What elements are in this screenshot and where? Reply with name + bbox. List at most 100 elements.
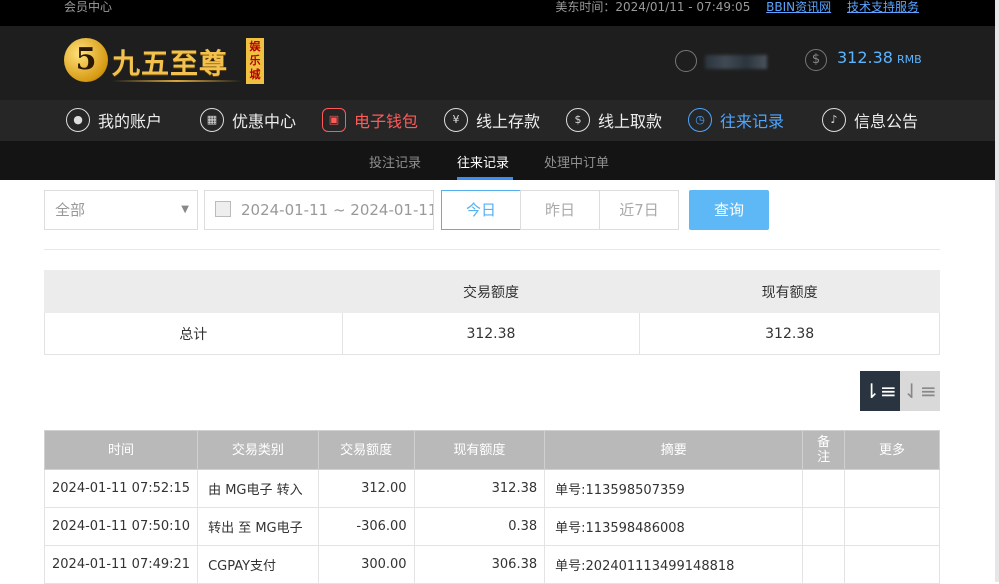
cell-summary: 单号:202401113499148818	[544, 545, 804, 584]
column-header: 备注	[802, 430, 846, 470]
nav-my-account[interactable]: ● 我的账户	[66, 106, 162, 134]
table-row: 2024-01-11 07:52:15 由 MG电子 转入 312.00 312…	[43, 469, 940, 508]
cell-type: 由 MG电子 转入	[197, 469, 319, 508]
header: 5 九五至尊 娱乐城 $ 312.38 RMB	[0, 26, 999, 100]
cell-note	[802, 545, 846, 584]
page-scrollbar[interactable]	[995, 0, 999, 582]
cell-balance: 0.38	[413, 507, 546, 546]
summary-header: 现有额度	[639, 270, 940, 313]
nav-announcements[interactable]: ♪ 信息公告	[822, 106, 918, 134]
user-icon[interactable]	[675, 50, 697, 72]
sort-ascending-icon[interactable]: ⇃≡	[900, 371, 940, 411]
logo-emblem: 5	[64, 38, 108, 82]
nav-label: 电子钱包	[354, 112, 419, 131]
table-row: 2024-01-11 07:49:21 CGPAY支付 300.00 306.3…	[43, 545, 940, 584]
cell-balance: 306.38	[413, 545, 546, 584]
caret-down-icon: ▼	[181, 204, 189, 215]
calendar-icon	[215, 201, 231, 217]
cell-more[interactable]	[844, 545, 940, 584]
balance-display: 312.38 RMB	[837, 48, 922, 67]
nav-label: 优惠中心	[232, 112, 297, 131]
cell-type: CGPAY支付	[197, 545, 319, 584]
tab-bet-records[interactable]: 投注记录	[369, 152, 421, 171]
date-range-input[interactable]: 2024-01-11 ~ 2024-01-11	[204, 190, 434, 230]
username-redacted	[705, 55, 767, 69]
tab-transaction-records[interactable]: 往来记录	[457, 152, 509, 171]
summary-header-row: 交易额度 现有额度	[44, 270, 940, 313]
nav-records[interactable]: ◷ 往来记录	[688, 106, 784, 134]
cell-note	[802, 469, 846, 508]
user-icon: ●	[66, 108, 90, 132]
column-header: 现有额度	[413, 430, 546, 470]
logo-tag: 娱乐城	[246, 38, 264, 84]
summary-cell: 总计	[44, 312, 343, 355]
top-right-area: 美东时间：2024/01/11 - 07:49:05 BBIN资讯网 技术支持服…	[555, 0, 919, 14]
nav-promotions[interactable]: ▦ 优惠中心	[200, 106, 296, 134]
wallet-icon: ▣	[322, 108, 346, 132]
cell-amount: 312.00	[317, 469, 415, 508]
deposit-icon: ¥	[444, 108, 468, 132]
tech-support-link[interactable]: 技术支持服务	[847, 0, 919, 14]
yesterday-button[interactable]: 昨日	[520, 190, 600, 230]
cell-summary: 单号:113598486008	[544, 507, 804, 546]
column-header: 更多	[844, 430, 940, 470]
logo-underline	[112, 80, 242, 82]
cell-time: 2024-01-11 07:49:21	[43, 545, 199, 584]
last-7-days-button[interactable]: 近7日	[599, 190, 679, 230]
summary-cell: 312.38	[639, 312, 940, 355]
nav-label: 我的账户	[98, 112, 163, 131]
cell-more[interactable]	[844, 469, 940, 508]
main-nav: ● 我的账户 ▦ 优惠中心 ▣ 电子钱包 ¥ 线上存款 $ 线上取款 ◷ 往来记…	[0, 100, 999, 141]
records-header-row: 时间 交易类别 交易额度 现有额度 摘要 备注 更多	[43, 430, 940, 470]
active-tab-indicator	[457, 177, 513, 180]
summary-header: 交易额度	[341, 270, 641, 313]
date-range-value: 2024-01-11 ~ 2024-01-11	[241, 201, 434, 219]
tab-pending-orders[interactable]: 处理中订单	[544, 152, 609, 171]
cell-type: 转出 至 MG电子	[197, 507, 319, 546]
bbin-news-link[interactable]: BBIN资讯网	[766, 0, 831, 14]
nav-label: 信息公告	[854, 112, 919, 131]
type-select-value: 全部	[55, 201, 86, 219]
site-logo[interactable]: 5 九五至尊 娱乐城	[64, 36, 264, 92]
nav-e-wallet[interactable]: ▣ 电子钱包	[322, 106, 418, 134]
today-button[interactable]: 今日	[441, 190, 521, 230]
column-header: 交易额度	[317, 430, 415, 470]
summary-total-row: 总计 312.38 312.38	[44, 312, 940, 355]
nav-label: 往来记录	[720, 112, 785, 131]
cell-amount: 300.00	[317, 545, 415, 584]
withdraw-icon: $	[566, 108, 590, 132]
sort-descending-icon[interactable]: ⇂≡	[860, 371, 900, 411]
column-header: 交易类别	[197, 430, 319, 470]
eastern-time-text: 美东时间：2024/01/11 - 07:49:05	[555, 0, 751, 14]
member-center-label: 会员中心	[64, 0, 113, 14]
divider	[44, 249, 940, 250]
top-bar: 会员中心 美东时间：2024/01/11 - 07:49:05 BBIN资讯网 …	[0, 0, 999, 26]
nav-label: 线上存款	[476, 112, 541, 131]
records-table: 时间 交易类别 交易额度 现有额度 摘要 备注 更多 2024-01-11 07…	[43, 430, 940, 584]
cell-amount: -306.00	[317, 507, 415, 546]
nav-online-deposit[interactable]: ¥ 线上存款	[444, 106, 540, 134]
type-select[interactable]: 全部 ▼	[44, 190, 198, 230]
cell-note	[802, 507, 846, 546]
gift-icon: ▦	[200, 108, 224, 132]
nav-online-withdraw[interactable]: $ 线上取款	[566, 106, 662, 134]
record-icon: ◷	[688, 108, 712, 132]
table-row: 2024-01-11 07:50:10 转出 至 MG电子 -306.00 0.…	[43, 507, 940, 546]
sort-toggle: ⇂≡ ⇃≡	[860, 371, 940, 411]
nav-label: 线上取款	[598, 112, 663, 131]
dollar-icon: $	[805, 49, 827, 71]
logo-text: 九五至尊	[112, 47, 229, 80]
currency-label: RMB	[896, 53, 922, 66]
column-header: 时间	[43, 430, 199, 470]
summary-cell: 312.38	[341, 312, 641, 355]
column-header: 摘要	[544, 430, 804, 470]
cell-more[interactable]	[844, 507, 940, 546]
cell-summary: 单号:113598507359	[544, 469, 804, 508]
summary-table: 交易额度 现有额度 总计 312.38 312.38	[44, 270, 940, 355]
balance-value: 312.38	[837, 48, 893, 67]
sub-nav: 投注记录 往来记录 处理中订单	[0, 141, 999, 180]
cell-time: 2024-01-11 07:52:15	[43, 469, 199, 508]
query-button[interactable]: 查询	[689, 190, 769, 230]
summary-header	[44, 270, 343, 313]
bell-icon: ♪	[822, 108, 846, 132]
